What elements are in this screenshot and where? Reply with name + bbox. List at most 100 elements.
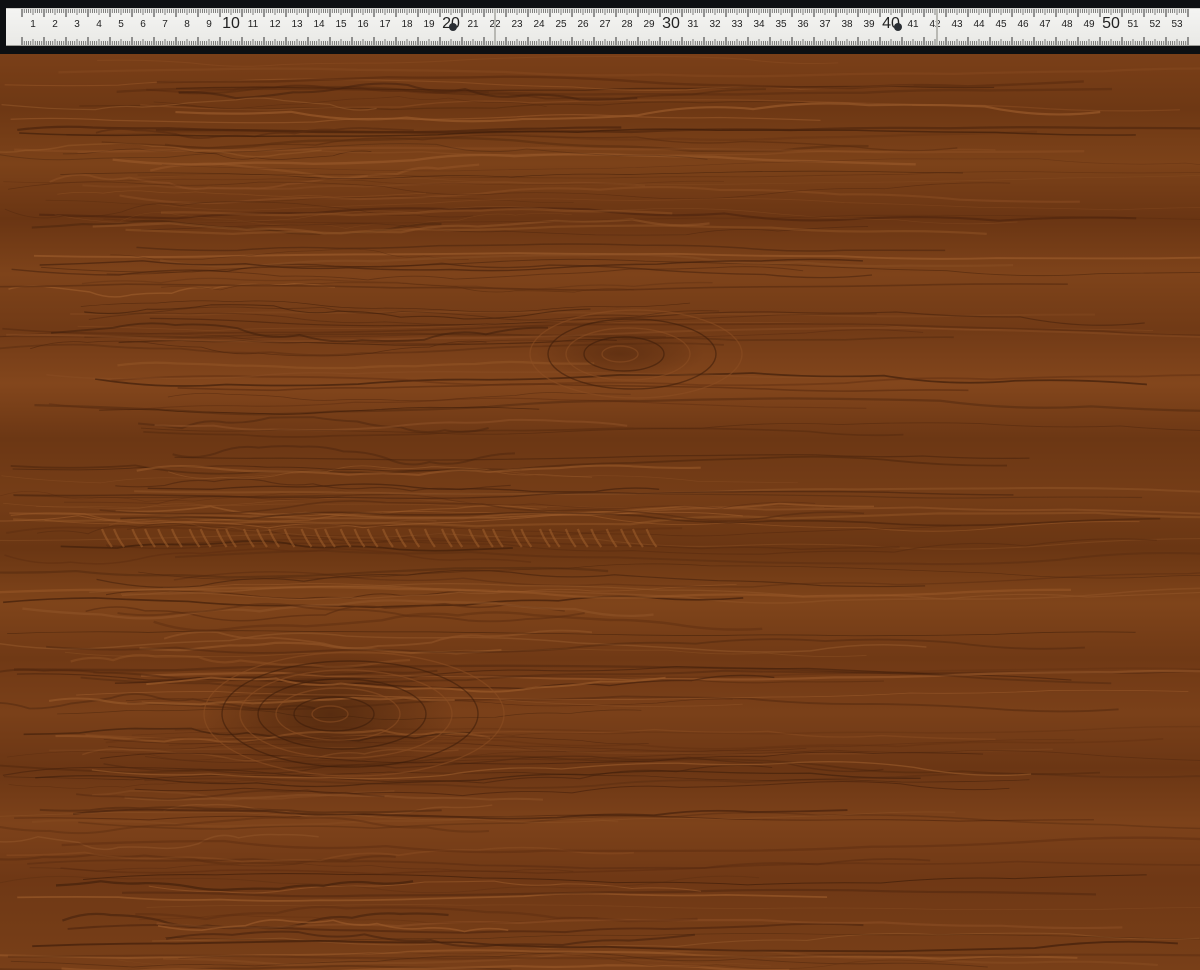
ray-fleck (215, 528, 228, 548)
grain-line (174, 549, 1200, 566)
wood-grain-lines (0, 55, 1200, 970)
ray-fleck (440, 528, 453, 548)
ruler-number: 10 (222, 15, 240, 32)
ruler-number: 25 (555, 19, 567, 30)
ruler-number: 29 (643, 19, 655, 30)
ray-fleck (100, 528, 113, 548)
ruler-number: 2 (52, 19, 58, 30)
ruler-number: 5 (118, 19, 124, 30)
grain-line (122, 888, 1097, 898)
ruler-number: 12 (269, 19, 281, 30)
grain-line (11, 262, 873, 279)
ruler-number: 44 (973, 19, 985, 30)
ray-fleck (619, 528, 632, 548)
grain-line (117, 360, 595, 370)
ray-fleck (113, 528, 125, 548)
ruler-rivet (449, 23, 457, 31)
ruler-number: 11 (247, 19, 259, 30)
ruler-number: 36 (797, 19, 809, 30)
ruler-number: 14 (313, 19, 325, 30)
ruler-number: 24 (533, 19, 545, 30)
ruler-number: 48 (1061, 19, 1073, 30)
grain-line (174, 454, 1030, 461)
ruler-number: 35 (775, 19, 787, 30)
wood-knot-ring (547, 318, 717, 390)
grain-line (0, 342, 724, 356)
grain-line (83, 873, 1147, 886)
grain-line (153, 611, 763, 632)
ruler-number: 15 (335, 19, 347, 30)
ruler-rivet (894, 23, 902, 31)
ruler-number: 27 (599, 19, 611, 30)
grain-line (175, 102, 1101, 123)
ray-fleck (353, 528, 366, 548)
ruler-number: 9 (206, 19, 212, 30)
grain-line (32, 939, 1178, 953)
ruler-number: 3 (74, 19, 80, 30)
ruler-number: 26 (577, 19, 589, 30)
ruler-number: 4 (96, 19, 102, 30)
grain-line (60, 540, 513, 552)
ruler-number: 18 (401, 19, 413, 30)
ruler-number: 19 (423, 19, 435, 30)
ruler-number: 53 (1171, 19, 1183, 30)
ruler-number: 41 (907, 19, 919, 30)
grain-line (109, 174, 1200, 185)
ruler-number: 28 (621, 19, 633, 30)
grain-line (57, 190, 426, 198)
wood-knot-ring (601, 345, 639, 363)
grain-line (58, 67, 1200, 78)
ruler-number: 1 (30, 19, 36, 30)
ruler-fold-seam (936, 9, 938, 45)
ruler-number: 8 (184, 19, 190, 30)
ruler-number: 50 (1102, 15, 1120, 32)
ruler-number: 33 (731, 19, 743, 30)
ray-fleck (366, 528, 379, 548)
wood-knot-ring (529, 309, 743, 399)
folding-ruler: 1234567891011121314151617181920212223242… (6, 8, 1200, 46)
ruler-number: 16 (357, 19, 369, 30)
ruler-number: 23 (511, 19, 523, 30)
grain-line (154, 418, 628, 432)
ruler-number: 34 (753, 19, 765, 30)
wood-knot-ring (583, 336, 665, 372)
ruler-number: 17 (379, 19, 391, 30)
ruler-fold-seam (494, 9, 496, 45)
grain-line (0, 283, 1068, 291)
grain-line (172, 445, 515, 466)
grain-line (4, 78, 914, 92)
ruler-number: 39 (863, 19, 875, 30)
ruler-number: 47 (1039, 19, 1051, 30)
ruler-number: 49 (1083, 19, 1095, 30)
wood-knot-ring (293, 696, 375, 732)
ruler-number: 7 (162, 19, 168, 30)
ruler-number: 13 (291, 19, 303, 30)
ruler-number: 43 (951, 19, 963, 30)
grain-line (57, 709, 642, 720)
grain-line (112, 153, 916, 166)
ruler-number: 45 (995, 19, 1007, 30)
grain-line (97, 55, 839, 67)
ruler-number: 31 (687, 19, 699, 30)
ruler-number: 46 (1017, 19, 1029, 30)
ruler-number: 21 (467, 19, 479, 30)
grain-line (76, 689, 1189, 700)
grain-line (55, 880, 414, 892)
ray-fleck (339, 528, 352, 548)
ruler-number: 38 (841, 19, 853, 30)
ruler-number: 52 (1149, 19, 1161, 30)
ruler-number: 42 (929, 19, 941, 30)
ruler-number: 6 (140, 19, 146, 30)
ruler-number: 51 (1127, 19, 1139, 30)
grain-line (105, 736, 1164, 750)
ray-fleck (300, 528, 313, 548)
ruler-number: 30 (662, 15, 680, 32)
ruler-backdrop: 1234567891011121314151617181920212223242… (0, 0, 1200, 54)
grain-line (136, 243, 946, 252)
grain-line (39, 207, 1137, 222)
grain-line (61, 836, 1200, 854)
photo-scene: 1234567891011121314151617181920212223242… (0, 0, 1200, 970)
grain-line (140, 422, 1200, 435)
ruler-number: 37 (819, 19, 831, 30)
grain-line (147, 483, 660, 493)
